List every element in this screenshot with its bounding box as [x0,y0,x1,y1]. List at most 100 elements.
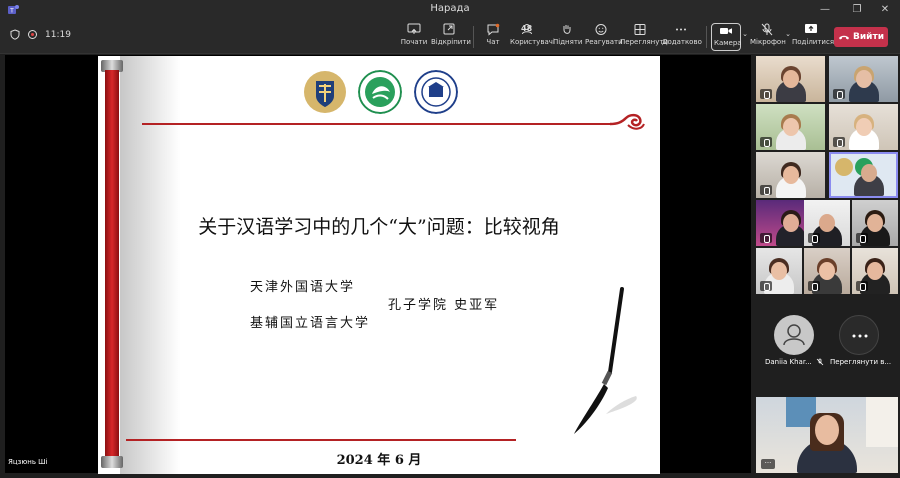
avatar [773,315,814,355]
participant-video-tile[interactable] [756,152,825,198]
self-video-tile[interactable]: ··· [756,397,898,473]
red-line-bottom [126,439,516,441]
participant-video-tile[interactable] [852,248,898,294]
participant-face [855,70,872,88]
mic-muted-icon [760,233,772,243]
mic-options-icon[interactable]: ⌄ [784,30,792,58]
people-count: 48 [521,24,533,33]
participant-video-tile[interactable] [829,104,898,150]
participant-face [782,70,799,88]
toolbar-divider [473,26,474,48]
slide-date: 2024 年 6 月 [336,453,422,468]
raise-hand-button[interactable]: Підняти [553,23,582,51]
chat-button[interactable]: Чат [480,23,506,51]
self-view-more-icon[interactable]: ··· [761,459,775,469]
presenter-name-label: Яцзюнь Ші [8,458,48,466]
participant-face [819,262,835,280]
cloud-ornament-icon [609,113,645,130]
grid-icon [634,24,646,35]
person-icon [782,324,805,346]
leave-button[interactable]: Вийти [834,27,888,47]
participant-face [867,262,883,280]
university-name-1: 天津外国语大学 [250,280,356,295]
view-all-label: Переглянути в... [830,358,892,366]
camera-button[interactable]: Камера [711,23,742,51]
mic-muted-icon [856,233,868,243]
meeting-toolbar: 11:19 Почати Відкріпити Чат 48 Користува… [0,20,900,54]
participant-face [855,118,872,136]
foreign-studies-university-logo [414,70,458,114]
shield-icon [10,29,20,40]
more-icon [676,28,686,31]
participant-face [819,214,835,232]
meeting-timer: 11:19 [45,29,71,40]
chat-icon [487,23,500,36]
open-window-button[interactable]: Відкріпити [431,23,471,51]
mic-muted-icon [760,185,772,195]
present-icon [407,23,421,34]
participant-video-tile[interactable] [804,200,850,246]
mic-muted-icon [760,281,772,291]
crest-icon [835,158,853,176]
institute-logo [358,70,402,114]
university-name-2: 基辅国立语言大学 [250,316,371,331]
participant-face [782,118,799,136]
share-icon [805,24,817,33]
mic-muted-icon [816,358,824,366]
red-line-top [142,123,614,125]
mic-muted-icon [856,281,868,291]
mic-muted-icon [808,233,820,243]
participant-face [815,415,839,445]
participant-face [782,166,799,184]
restore-icon[interactable]: ❐ [842,0,872,20]
mic-muted-icon [833,89,845,99]
camera-icon [720,28,732,34]
smile-icon [595,24,607,35]
more-button[interactable]: Додатково [662,23,702,51]
shared-slide: 关于汉语学习中的几个“大”问题：比较视角 天津外国语大学 孔子学院 史亚军 基辅… [98,56,660,474]
more-participants-button[interactable] [838,315,879,355]
slide-title: 关于汉语学习中的几个“大”问题：比较视角 [198,216,560,238]
author-line: 孔子学院 史亚军 [388,298,500,313]
react-button[interactable]: Реагувати [585,23,623,51]
people-button[interactable]: 48 Користувачі [510,23,555,51]
pop-out-icon [443,23,455,35]
window-title: Нарада [430,3,470,14]
participant-video-tile[interactable] [804,248,850,294]
participant-name-label: Daniia Khar... [765,358,824,366]
red-scroll-decoration [105,70,119,460]
participant-video-tile[interactable] [756,248,802,294]
participant-video-tile[interactable] [829,56,898,102]
mic-muted-icon [760,137,772,147]
window-light [866,397,898,447]
participant-face [771,262,787,280]
mic-muted-icon [808,281,820,291]
meeting-info: 11:19 [10,29,71,40]
mic-button[interactable]: Мікрофон [750,23,786,51]
minimize-icon[interactable]: — [810,0,840,20]
participant-video-tile-active[interactable] [829,152,898,198]
more-icon [852,334,867,338]
view-button[interactable]: Переглянути [620,23,668,51]
university-crest-logo [304,71,346,113]
participant-face [860,164,877,182]
recording-icon [28,30,37,39]
participant-video-tile[interactable] [852,200,898,246]
hand-icon [563,25,571,34]
scroll-shadow [120,56,180,474]
calligraphy-brush-icon [574,287,637,434]
mic-off-icon [761,23,773,36]
share-button[interactable]: Поділитися [792,23,834,51]
participant-video-tile[interactable] [756,104,825,150]
participant-face [782,214,799,232]
toolbar-divider [706,26,707,48]
participant-video-tile[interactable] [756,56,825,102]
mic-muted-icon [833,137,845,147]
present-button[interactable]: Почати [399,23,429,51]
close-icon[interactable]: ✕ [870,0,900,20]
camera-options-icon[interactable]: ⌄ [741,30,749,58]
phone-hangup-icon [839,35,849,39]
mic-muted-icon [760,89,772,99]
participant-face [867,214,883,232]
title-bar: T Нарада — ❐ ✕ [0,0,900,20]
